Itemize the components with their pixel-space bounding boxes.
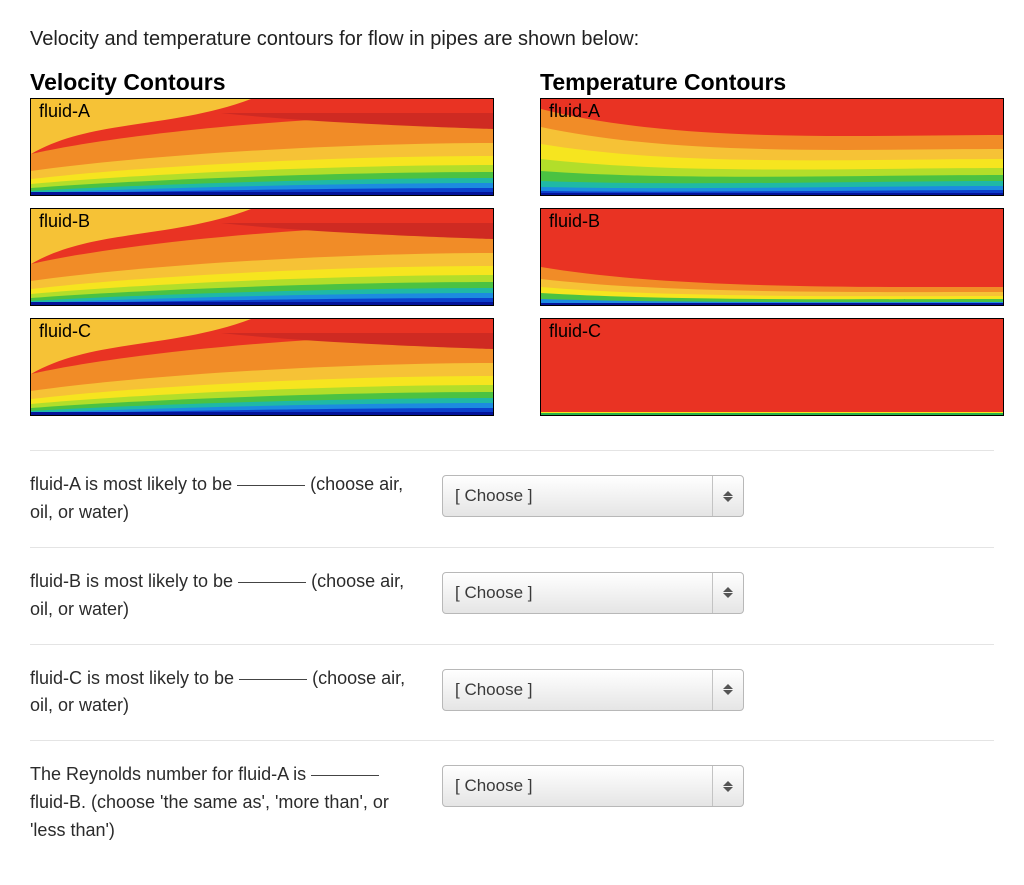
temperature-panel-c: fluid-C xyxy=(540,318,1004,416)
panel-label: fluid-C xyxy=(39,321,91,342)
select-value: [ Choose ] xyxy=(443,680,533,700)
question-prompt: The Reynolds number for fluid-A is fluid… xyxy=(30,761,420,845)
question-row: The Reynolds number for fluid-A is fluid… xyxy=(30,741,994,865)
question-prompt: fluid-A is most likely to be (choose air… xyxy=(30,471,420,527)
panel-label: fluid-C xyxy=(549,321,601,342)
panel-label: fluid-A xyxy=(39,101,90,122)
velocity-column: Velocity Contours xyxy=(30,69,494,428)
answer-select[interactable]: [ Choose ] xyxy=(442,669,744,711)
select-arrows-icon xyxy=(712,573,743,613)
temperature-column: Temperature Contours xyxy=(540,69,1004,428)
blank-line xyxy=(239,679,307,680)
prompt-text: fluid-A is most likely to be xyxy=(30,474,237,494)
question-prompt: fluid-B is most likely to be (choose air… xyxy=(30,568,420,624)
answer-select[interactable]: [ Choose ] xyxy=(442,765,744,807)
select-arrows-icon xyxy=(712,766,743,806)
question-prompt: fluid-C is most likely to be (choose air… xyxy=(30,665,420,721)
blank-line xyxy=(237,485,305,486)
question-row: fluid-B is most likely to be (choose air… xyxy=(30,548,994,644)
question-list: fluid-A is most likely to be (choose air… xyxy=(30,450,994,865)
select-value: [ Choose ] xyxy=(443,583,533,603)
select-arrows-icon xyxy=(712,670,743,710)
temperature-title: Temperature Contours xyxy=(540,69,1004,96)
velocity-panel-a: fluid-A xyxy=(30,98,494,196)
temperature-panel-a: fluid-A xyxy=(540,98,1004,196)
answer-select[interactable]: [ Choose ] xyxy=(442,572,744,614)
velocity-panel-c: fluid-C xyxy=(30,318,494,416)
question-row: fluid-A is most likely to be (choose air… xyxy=(30,451,994,547)
panel-label: fluid-B xyxy=(39,211,90,232)
prompt-text: The Reynolds number for fluid-A is xyxy=(30,764,311,784)
prompt-text: fluid-C is most likely to be xyxy=(30,668,239,688)
contour-columns: Velocity Contours xyxy=(30,69,994,428)
panel-label: fluid-B xyxy=(549,211,600,232)
blank-line xyxy=(238,582,306,583)
blank-line xyxy=(311,775,379,776)
select-arrows-icon xyxy=(712,476,743,516)
velocity-panel-b: fluid-B xyxy=(30,208,494,306)
question-row: fluid-C is most likely to be (choose air… xyxy=(30,645,994,741)
answer-select[interactable]: [ Choose ] xyxy=(442,475,744,517)
select-value: [ Choose ] xyxy=(443,776,533,796)
intro-text: Velocity and temperature contours for fl… xyxy=(30,28,994,51)
temperature-panel-b: fluid-B xyxy=(540,208,1004,306)
prompt-text: fluid-B is most likely to be xyxy=(30,571,238,591)
select-value: [ Choose ] xyxy=(443,486,533,506)
prompt-text: fluid-B. (choose 'the same as', 'more th… xyxy=(30,792,389,840)
panel-label: fluid-A xyxy=(549,101,600,122)
velocity-title: Velocity Contours xyxy=(30,69,494,96)
